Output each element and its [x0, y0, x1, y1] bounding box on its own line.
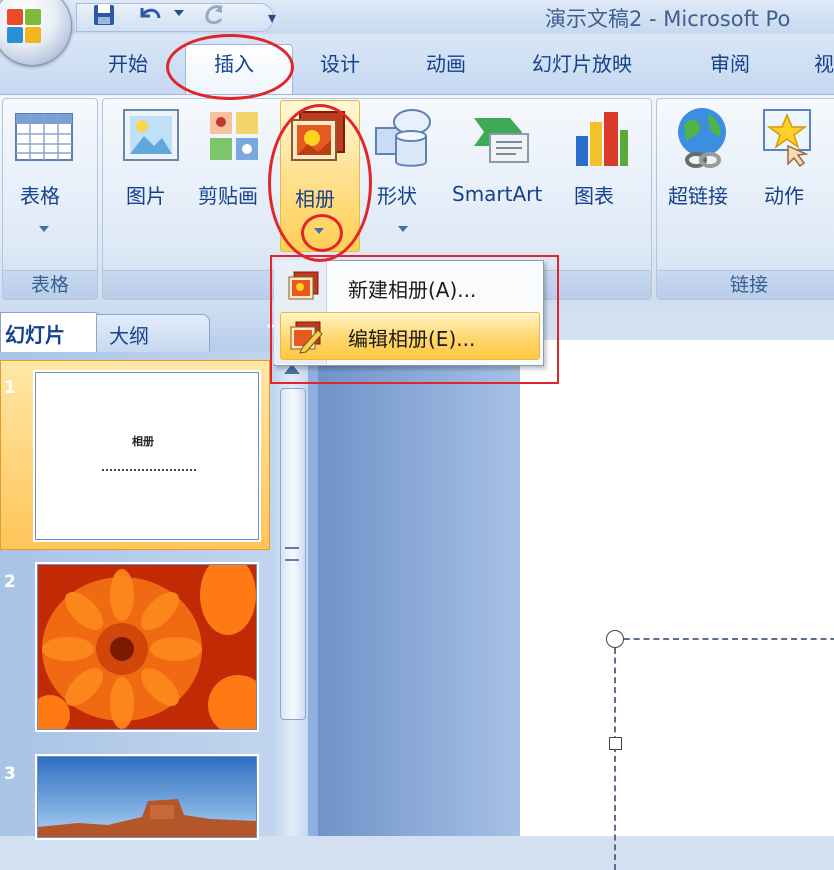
office-logo-icon [7, 9, 41, 43]
resize-handle-icon[interactable] [609, 737, 622, 750]
tab-slides-label: 幻灯片 [5, 323, 65, 347]
save-icon[interactable] [90, 2, 118, 30]
chart-button-label[interactable]: 图表 [574, 180, 614, 209]
chart-icon[interactable] [570, 106, 630, 170]
table-dropdown-icon[interactable] [39, 226, 49, 232]
tab-review[interactable]: 审阅 [710, 48, 750, 77]
hyperlink-button-label[interactable]: 超链接 [668, 180, 728, 209]
table-icon[interactable] [14, 110, 76, 166]
slide-thumbnail[interactable]: 相册 [35, 372, 259, 540]
annotation-circle-dropdown [301, 214, 343, 252]
smartart-button-label[interactable]: SmartArt [452, 182, 542, 206]
tab-slideshow[interactable]: 幻灯片放映 [532, 48, 632, 77]
text-placeholder[interactable] [614, 638, 834, 870]
redo-icon[interactable] [200, 2, 228, 30]
undo-icon[interactable] [136, 2, 164, 30]
scroll-thumb[interactable] [280, 388, 306, 720]
action-icon[interactable] [760, 106, 816, 168]
window-title: 演示文稿2 - Microsoft Po [545, 7, 791, 31]
action-button-label[interactable]: 动作 [764, 180, 804, 209]
shapes-icon[interactable] [372, 106, 434, 168]
customize-icon[interactable]: ▾ [268, 8, 276, 27]
slide-number: 2 [4, 572, 16, 592]
grip-icon [285, 547, 299, 561]
annotation-rectangle-menu [270, 255, 559, 384]
desert-image [38, 757, 256, 837]
hyperlink-icon[interactable] [672, 106, 734, 170]
group-label-links: 链接 [657, 270, 834, 299]
slide-thumbnail[interactable] [37, 756, 257, 838]
picture-icon[interactable] [120, 106, 182, 166]
slide-number: 1 [4, 378, 16, 398]
smartart-icon[interactable] [470, 110, 534, 168]
clipart-icon[interactable] [206, 106, 264, 166]
tab-home[interactable]: 开始 [108, 48, 148, 77]
rotate-handle-icon[interactable] [606, 630, 624, 648]
shapes-button-label[interactable]: 形状 [377, 180, 417, 209]
tab-view[interactable]: 视 [814, 48, 834, 77]
annotation-circle-insert-tab [166, 34, 294, 100]
clipart-button-label[interactable]: 剪贴画 [198, 180, 258, 209]
undo-dropdown-icon[interactable] [174, 10, 184, 16]
picture-button-label[interactable]: 图片 [126, 180, 166, 209]
chrysanthemum-image [38, 565, 256, 729]
tab-outline-label: 大纲 [109, 324, 149, 348]
slide-subtitle-placeholder [102, 469, 196, 475]
group-label-tables: 表格 [3, 270, 97, 299]
slide-title: 相册 [132, 435, 154, 448]
slide-number: 3 [4, 764, 16, 784]
tab-outline[interactable]: 大纲 [96, 314, 210, 353]
tab-design[interactable]: 设计 [320, 48, 360, 77]
slide-thumbnail[interactable] [37, 564, 257, 730]
tab-animation[interactable]: 动画 [426, 48, 466, 77]
shapes-dropdown-icon[interactable] [398, 226, 408, 232]
tab-slides[interactable]: 幻灯片 [0, 312, 102, 353]
table-button-label[interactable]: 表格 [20, 180, 60, 209]
